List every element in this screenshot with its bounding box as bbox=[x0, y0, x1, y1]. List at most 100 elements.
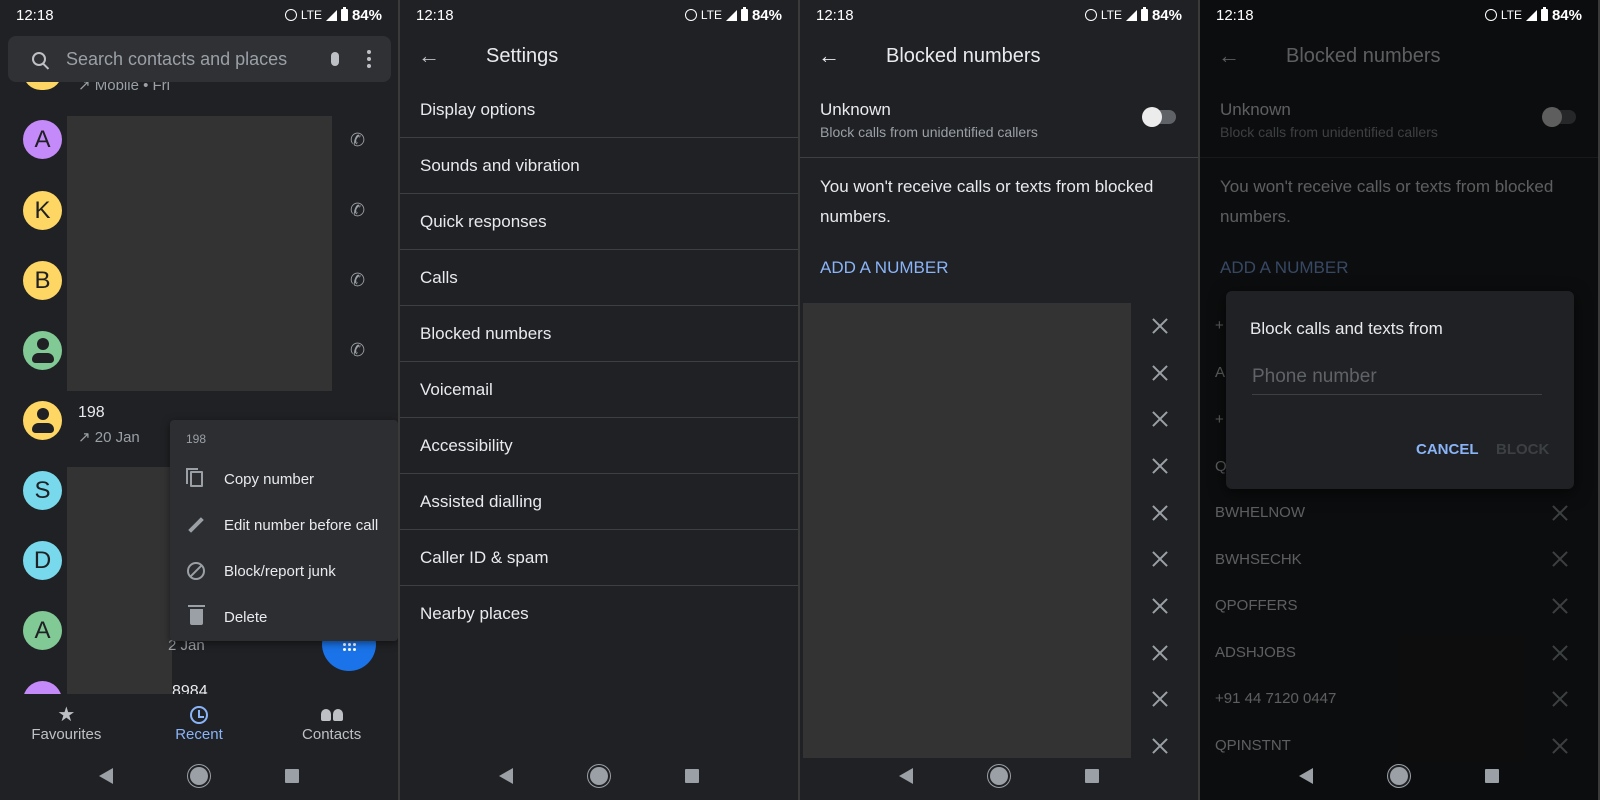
nav-recents-icon[interactable] bbox=[1485, 769, 1500, 783]
avatar[interactable]: A bbox=[23, 120, 62, 159]
avatar[interactable]: A bbox=[23, 611, 62, 650]
remove-icon[interactable] bbox=[1552, 645, 1568, 661]
phone-icon[interactable]: ✆ bbox=[350, 271, 368, 289]
settings-item-blocked-numbers[interactable]: Blocked numbers bbox=[400, 306, 798, 362]
back-arrow-icon[interactable]: ← bbox=[418, 43, 442, 69]
remove-icon[interactable] bbox=[1552, 505, 1568, 521]
page-title: Blocked numbers bbox=[1286, 44, 1441, 67]
menu-item-delete[interactable]: Delete bbox=[170, 594, 398, 640]
nav-home-icon[interactable] bbox=[189, 767, 208, 785]
avatar[interactable]: D bbox=[23, 541, 62, 580]
nav-recents-icon[interactable] bbox=[1085, 769, 1100, 783]
menu-item-copy-number[interactable]: Copy number bbox=[170, 456, 398, 502]
settings-item-caller-id-spam[interactable]: Caller ID & spam bbox=[400, 530, 798, 586]
settings-item-nearby-places[interactable]: Nearby places bbox=[400, 586, 798, 642]
phone-icon[interactable]: ✆ bbox=[350, 131, 368, 149]
phone-number-input[interactable] bbox=[1252, 359, 1542, 395]
status-time: 12:18 bbox=[1216, 6, 1254, 24]
search-input[interactable]: Search contacts and places bbox=[66, 49, 331, 70]
search-bar[interactable]: Search contacts and places bbox=[8, 36, 391, 82]
avatar[interactable] bbox=[23, 331, 62, 370]
battery-icon bbox=[1540, 7, 1548, 21]
tab-recent[interactable]: Recent bbox=[139, 694, 259, 752]
settings-list: Display options Sounds and vibration Qui… bbox=[400, 82, 798, 642]
remove-icon[interactable] bbox=[1152, 505, 1168, 521]
settings-item-sounds-vibration[interactable]: Sounds and vibration bbox=[400, 138, 798, 194]
avatar[interactable]: B bbox=[23, 261, 62, 300]
redacted-area bbox=[67, 467, 172, 696]
mic-icon[interactable] bbox=[331, 52, 339, 66]
remove-icon[interactable] bbox=[1152, 411, 1168, 427]
nav-back-icon[interactable] bbox=[898, 768, 913, 784]
menu-item-block-report[interactable]: Block/report junk bbox=[170, 548, 398, 594]
nav-home-icon[interactable] bbox=[589, 767, 608, 785]
menu-item-edit-number[interactable]: Edit number before call bbox=[170, 502, 398, 548]
battery-percent: 84% bbox=[1551, 6, 1582, 24]
redacted-area bbox=[67, 116, 332, 391]
context-menu: 198 Copy number Edit number before call … bbox=[170, 420, 398, 641]
remove-icon[interactable] bbox=[1152, 598, 1168, 614]
call-name[interactable]: 198 bbox=[78, 404, 105, 422]
add-number-button[interactable]: ADD A NUMBER bbox=[1220, 258, 1348, 278]
unknown-callers-setting[interactable]: Unknown Block calls from unidentified ca… bbox=[1200, 82, 1598, 158]
nav-back-icon[interactable] bbox=[498, 768, 513, 784]
unknown-toggle[interactable] bbox=[1142, 107, 1176, 127]
nav-recents-icon[interactable] bbox=[285, 769, 300, 783]
phone-icon[interactable]: ✆ bbox=[350, 341, 368, 359]
status-time: 12:18 bbox=[16, 6, 54, 24]
remove-icon[interactable] bbox=[1552, 551, 1568, 567]
blocked-entry-partial: Q bbox=[1215, 458, 1227, 475]
cancel-button[interactable]: CANCEL bbox=[1416, 441, 1479, 458]
settings-item-quick-responses[interactable]: Quick responses bbox=[400, 194, 798, 250]
back-arrow-icon[interactable]: ← bbox=[818, 43, 842, 69]
remove-icon[interactable] bbox=[1152, 691, 1168, 707]
nav-home-icon[interactable] bbox=[989, 767, 1008, 785]
tab-favourites[interactable]: ★ Favourites bbox=[6, 694, 126, 752]
status-time: 12:18 bbox=[816, 6, 854, 24]
settings-item-calls[interactable]: Calls bbox=[400, 250, 798, 306]
block-icon bbox=[187, 562, 205, 580]
trash-icon bbox=[187, 605, 205, 625]
search-icon bbox=[32, 52, 46, 66]
block-button[interactable]: BLOCK bbox=[1496, 441, 1549, 458]
remove-icon[interactable] bbox=[1152, 645, 1168, 661]
toggle-knob bbox=[1142, 107, 1162, 127]
person-icon-body bbox=[31, 423, 54, 433]
settings-item-accessibility[interactable]: Accessibility bbox=[400, 418, 798, 474]
person-icon bbox=[36, 338, 49, 350]
remove-icon[interactable] bbox=[1152, 458, 1168, 474]
unknown-callers-setting[interactable]: Unknown Block calls from unidentified ca… bbox=[800, 82, 1198, 158]
nav-home-icon[interactable] bbox=[1389, 767, 1408, 785]
remove-icon[interactable] bbox=[1552, 598, 1568, 614]
pencil-icon bbox=[188, 517, 204, 533]
nav-recents-icon[interactable] bbox=[685, 769, 700, 783]
remove-icon[interactable] bbox=[1552, 691, 1568, 707]
nav-back-icon[interactable] bbox=[98, 768, 113, 784]
battery-icon bbox=[1140, 7, 1148, 21]
phone-icon[interactable]: ✆ bbox=[350, 201, 368, 219]
signal-icon bbox=[325, 9, 337, 21]
avatar[interactable]: K bbox=[23, 191, 62, 230]
back-arrow-icon[interactable]: ← bbox=[1218, 43, 1242, 69]
settings-item-display-options[interactable]: Display options bbox=[400, 82, 798, 138]
avatar[interactable]: S bbox=[23, 471, 62, 510]
add-number-button[interactable]: ADD A NUMBER bbox=[820, 258, 948, 278]
avatar[interactable] bbox=[23, 401, 62, 440]
network-type: LTE bbox=[1500, 8, 1522, 22]
blocked-entry-partial: + bbox=[1215, 317, 1224, 334]
settings-item-assisted-dialling[interactable]: Assisted dialling bbox=[400, 474, 798, 530]
remove-icon[interactable] bbox=[1152, 365, 1168, 381]
remove-icon[interactable] bbox=[1152, 551, 1168, 567]
blocked-entry: ADSHJOBS bbox=[1215, 644, 1296, 661]
app-bar: ← Blocked numbers bbox=[800, 30, 1198, 82]
settings-item-voicemail[interactable]: Voicemail bbox=[400, 362, 798, 418]
settings-screen: 12:18 LTE 84% ← Settings Display options… bbox=[400, 0, 798, 800]
menu-item-label: Edit number before call bbox=[224, 516, 379, 534]
app-bar: ← Blocked numbers bbox=[1200, 30, 1598, 82]
unknown-toggle[interactable] bbox=[1542, 107, 1576, 127]
nav-back-icon[interactable] bbox=[1298, 768, 1313, 784]
remove-icon[interactable] bbox=[1152, 318, 1168, 334]
more-options-icon[interactable] bbox=[367, 50, 371, 68]
tab-contacts[interactable]: Contacts bbox=[272, 694, 392, 752]
avatar-letter: K bbox=[34, 196, 51, 224]
